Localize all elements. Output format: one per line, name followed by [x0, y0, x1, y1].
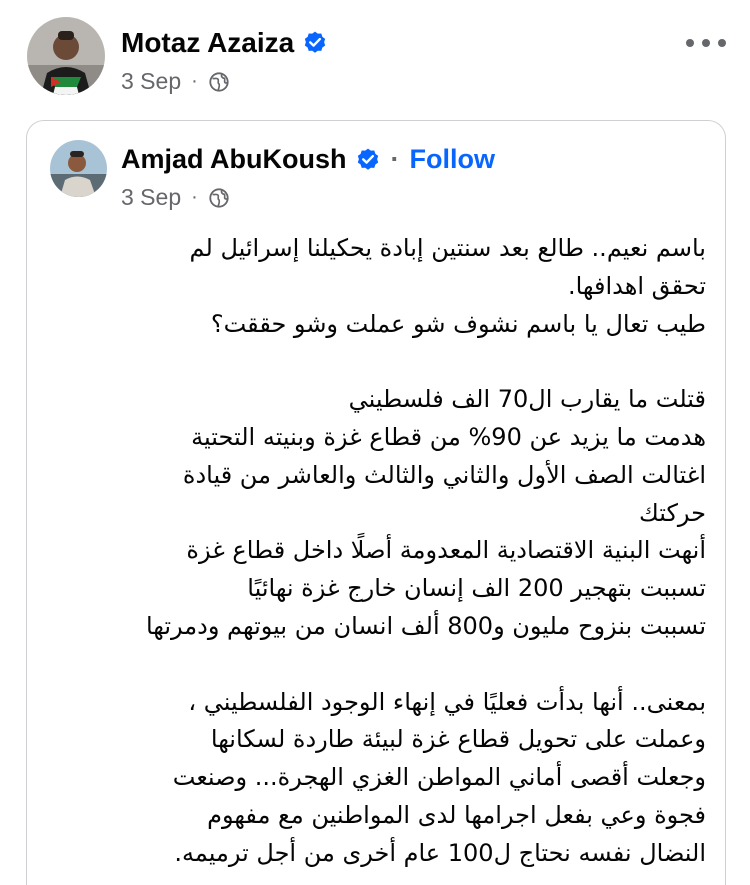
- post-text-line: أنهت البنية الاقتصادية المعدومة أصلًا دا…: [186, 536, 706, 565]
- shared-post-body: باسم نعيم.. طالع بعد سنتين إبادة يحكيلنا…: [40, 230, 706, 873]
- meta-separator: ·: [191, 186, 198, 208]
- shared-post-meta: 3 Sep ·: [121, 184, 230, 211]
- post-text-line: النضال نفسه نحتاج ل100 عام أخرى من أجل ت…: [174, 838, 706, 867]
- globe-icon[interactable]: [208, 71, 230, 93]
- meta-separator: ·: [191, 70, 198, 92]
- post-text-line: [40, 646, 706, 684]
- post-text-line: هدمت ما يزيد عن 90% من قطاع غزة وبنيته ا…: [191, 422, 706, 451]
- post-meta: 3 Sep ·: [121, 68, 230, 95]
- post-text-line: وعملت على تحويل قطاع غزة لبيئة طاردة لسك…: [210, 725, 706, 754]
- globe-icon[interactable]: [208, 187, 230, 209]
- follow-button[interactable]: Follow: [410, 144, 495, 175]
- more-horizontal-icon: [718, 39, 726, 47]
- avatar-photo: [50, 140, 107, 197]
- avatar-photo: [27, 17, 105, 95]
- author-avatar[interactable]: [27, 17, 105, 95]
- author-name[interactable]: Motaz Azaiza: [121, 27, 294, 59]
- post-text-line: طيب تعال يا باسم نشوف شو عملت وشو حققت؟: [210, 309, 706, 338]
- post-text-line: اغتالت الصف الأول والثاني والثالث والعاش…: [182, 460, 706, 489]
- post-text-line: باسم نعيم.. طالع بعد سنتين إبادة يحكيلنا…: [189, 234, 706, 262]
- post-text-line: تسببت بنزوح مليون و800 ألف انسان من بيوت…: [145, 611, 706, 640]
- post-text-line: [40, 343, 706, 381]
- shared-author-avatar[interactable]: [50, 140, 107, 197]
- shared-author-name[interactable]: Amjad AbuKoush: [121, 144, 347, 175]
- post-text-line: حركتك: [639, 498, 706, 527]
- shared-post-date[interactable]: 3 Sep: [121, 184, 181, 211]
- verified-badge-icon: [355, 147, 381, 173]
- more-horizontal-icon: [686, 39, 694, 47]
- post-text-line: تحقق اهدافها.: [567, 271, 706, 300]
- more-options-button[interactable]: [686, 36, 726, 50]
- post-text-line: وجعلت أقصى أماني المواطن الغزي الهجرة...…: [172, 763, 706, 792]
- more-horizontal-icon: [702, 39, 710, 47]
- post-text-line: بمعنى.. أنها بدأت فعليًا في إنهاء الوجود…: [188, 687, 706, 716]
- post-text-line: قتلت ما يقارب ال70 الف فلسطيني: [348, 385, 706, 414]
- post-text-line: فجوة وعي بفعل اجرامها لدى المواطنين مع م…: [207, 800, 706, 829]
- verified-badge-icon: [302, 30, 328, 56]
- name-separator: ·: [390, 144, 400, 174]
- shared-author-row: Amjad AbuKoush · Follow: [121, 144, 495, 175]
- post-text-line: تسببت بتهجير 200 الف إنسان خارج غزة نهائ…: [247, 574, 706, 603]
- post-date[interactable]: 3 Sep: [121, 68, 181, 95]
- author-name-row: Motaz Azaiza: [121, 27, 328, 59]
